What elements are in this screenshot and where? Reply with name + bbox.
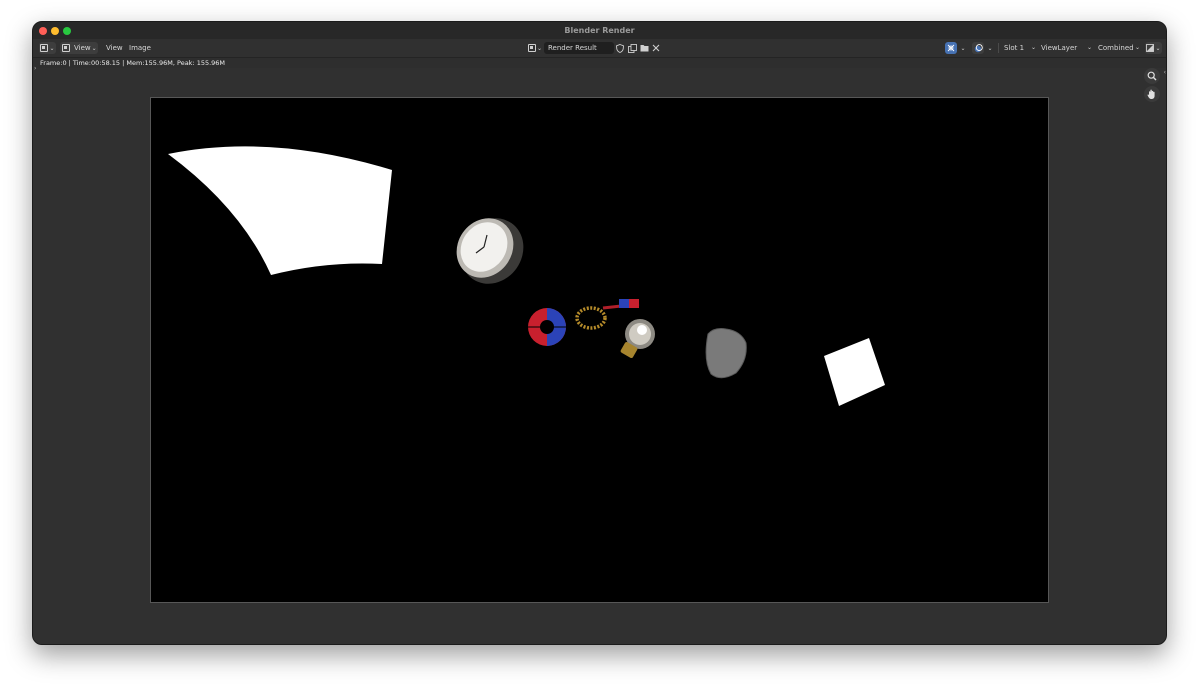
- render-slot-label: Slot 1: [1004, 44, 1025, 52]
- render-slot-dropdown[interactable]: Slot 1 ⌄: [1001, 42, 1038, 54]
- chevron-down-icon: ⌄: [91, 44, 97, 52]
- minimize-window-button[interactable]: [51, 27, 59, 35]
- render-pass-dropdown[interactable]: Combined ⌄: [1095, 42, 1142, 54]
- open-folder-icon[interactable]: [639, 43, 649, 53]
- pan-view-button[interactable]: [1144, 86, 1160, 102]
- blender-window: Blender Render ⌄ View ⌄ View Image ⌄ Rend…: [32, 21, 1167, 645]
- chevron-down-icon: ⌄: [1134, 44, 1140, 51]
- view-mode-dropdown[interactable]: View ⌄: [60, 42, 98, 54]
- browse-image-button[interactable]: ⌄: [527, 42, 543, 54]
- white-square-plane: [824, 338, 885, 406]
- image-editor-header: ⌄ View ⌄ View Image ⌄ Render Result ⌄ ⌄ …: [33, 39, 1166, 58]
- image-viewport[interactable]: › ‹: [33, 65, 1166, 644]
- window-title: Blender Render: [564, 26, 635, 35]
- view-layer-label: ViewLayer: [1041, 44, 1078, 52]
- curved-white-plane: [168, 146, 392, 275]
- overlays-toggle[interactable]: [972, 42, 984, 54]
- chevron-down-icon: ⌄: [49, 44, 55, 52]
- overlays-icon: [974, 43, 983, 52]
- rock: [705, 328, 747, 379]
- image-browse-icon: [527, 44, 536, 52]
- navigation-collapse-icon[interactable]: ‹: [1164, 69, 1166, 76]
- image-editor-icon: [40, 44, 49, 52]
- header-separator: [998, 43, 999, 53]
- light-bulb: [620, 319, 655, 358]
- wall-clock: [456, 218, 524, 284]
- zoom-view-button[interactable]: [1144, 68, 1160, 84]
- bar-magnet: [619, 299, 639, 308]
- close-window-button[interactable]: [39, 27, 47, 35]
- chevron-down-icon: ⌄: [536, 44, 543, 52]
- zoom-icon: [1147, 71, 1157, 81]
- view-layer-dropdown[interactable]: ViewLayer ⌄: [1038, 42, 1094, 54]
- color-channels-icon: [1146, 44, 1155, 52]
- display-channels-selector[interactable]: ⌄: [1145, 42, 1162, 54]
- menu-view[interactable]: View: [106, 43, 123, 53]
- magnet: [528, 308, 566, 346]
- gizmo-dropdown-chevron-icon[interactable]: ⌄: [958, 43, 968, 53]
- editor-type-selector[interactable]: ⌄: [39, 42, 56, 54]
- fake-user-shield-icon[interactable]: [615, 43, 625, 53]
- render-result-image: [150, 97, 1049, 603]
- chevron-down-icon: ⌄: [1086, 44, 1092, 51]
- chevron-down-icon: ⌄: [1155, 44, 1161, 52]
- chevron-down-icon: ⌄: [1030, 44, 1036, 51]
- unlink-image-icon[interactable]: [651, 43, 661, 53]
- show-gizmo-toggle[interactable]: [945, 42, 957, 54]
- menu-image[interactable]: Image: [129, 43, 151, 53]
- hand-icon: [1147, 89, 1155, 99]
- view-mode-icon: [62, 44, 70, 52]
- duplicate-image-icon[interactable]: [627, 43, 637, 53]
- view-mode-label: View: [74, 44, 91, 52]
- overlays-dropdown-chevron-icon[interactable]: ⌄: [985, 43, 995, 53]
- gizmo-icon: [947, 44, 955, 52]
- sidebar-toggle-icon[interactable]: ›: [34, 65, 36, 72]
- render-stats: Frame:0 | Time:00:58.15 | Mem:155.96M, P…: [40, 59, 226, 67]
- maximize-window-button[interactable]: [63, 27, 71, 35]
- title-bar: Blender Render: [33, 22, 1166, 39]
- render-pass-label: Combined: [1098, 44, 1134, 52]
- image-name-field[interactable]: Render Result: [544, 42, 614, 54]
